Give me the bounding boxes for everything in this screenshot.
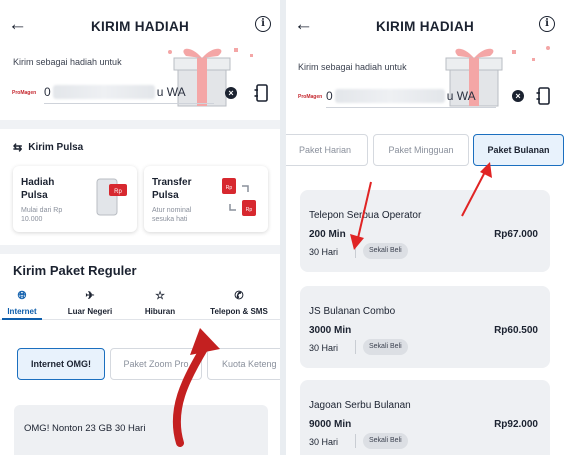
transfer-arrows-icon: ⇆ [13,142,23,154]
package-duration: 30 Hari [309,247,339,257]
separator [355,244,356,258]
tab-paket-mingguan[interactable]: Paket Mingguan [373,134,469,166]
package-price: Rp92.000 [494,419,538,430]
status-badge: Sekali Beli [363,433,408,449]
card-title: Hadiah Pulsa [21,177,55,201]
package-quota: 9000 Min [309,419,352,430]
package-card[interactable]: Telepon Serbua Operator 200 Min Rp67.000… [300,190,550,272]
status-badge: Sekali Beli [363,243,408,259]
section-divider [0,120,280,129]
status-badge: Sekali Beli [363,339,408,355]
category-tabs: 🌐︎ Internet ✈ Luar Negeri ☆ Hiburan ✆ Te… [0,288,280,320]
pulsa-section-title: ⇆ Kirim Pulsa [13,141,83,154]
globe-icon: 🌐︎ [17,290,27,302]
transfer-pulsa-card[interactable]: Transfer Pulsa Atur nominal sesuka hati … [144,166,268,232]
section-divider [0,245,280,254]
provider-logo: ProMagen [298,94,323,100]
phone-sms-icon: ✆ [234,290,244,302]
rp-label: Rp [114,189,122,195]
package-name: JS Bulanan Combo [309,306,396,317]
clear-icon[interactable]: × [225,87,237,99]
back-arrow-icon[interactable]: ← [294,14,313,36]
transfer-phones-icon: Rp Rp [222,178,256,216]
package-name: Jagoan Serbu Bulanan [309,400,411,411]
hadiah-pulsa-card[interactable]: Hadiah Pulsa Mulai dari Rp 10.000 Rp [13,166,137,232]
rp-label-bottom: Rp [246,207,253,213]
contact-book-icon[interactable] [254,84,268,102]
phone-prefix: 0 [326,88,333,103]
phone-voucher-icon: Rp [96,178,127,216]
tab-luar-negeri[interactable]: ✈ Luar Negeri [58,288,122,316]
active-tab-indicator [2,318,42,320]
tab-paket-harian[interactable]: Paket Harian [286,134,368,166]
package-quota: 3000 Min [309,325,352,336]
contact-book-icon[interactable] [536,87,550,105]
separator [355,340,356,354]
tab-telepon-sms[interactable]: ✆ Telepon & SMS [204,288,274,316]
phone-masked [334,88,445,103]
package-quota: 200 Min [309,229,346,240]
page-title: KIRIM HADIAH [90,18,190,34]
info-icon[interactable]: i [539,16,555,32]
tab-paket-bulanan[interactable]: Paket Bulanan [473,134,564,166]
package-title: OMG! Nonton 23 GB 30 Hari [24,423,146,434]
chip-internet-omg[interactable]: Internet OMG! [17,348,105,380]
package-price: Rp60.500 [494,325,538,336]
package-card[interactable]: Jagoan Serbu Bulanan 9000 Min Rp92.000 3… [300,380,550,455]
tab-internet[interactable]: 🌐︎ Internet [0,288,54,316]
chip-paket-zoom-pro[interactable]: Paket Zoom Pro [110,348,202,380]
package-price: Rp67.000 [494,229,538,240]
phone-input[interactable]: 0 u WA [44,80,214,104]
package-card[interactable]: OMG! Nonton 23 GB 30 Hari [14,405,268,455]
card-title: Transfer Pulsa [152,177,192,201]
airplane-icon: ✈ [85,290,95,302]
tab-label: Luar Negeri [67,307,113,316]
reguler-title: Kirim Paket Reguler [13,263,137,278]
card-subtitle: Mulai dari Rp 10.000 [21,207,63,223]
tab-label: Hiburan [144,307,176,316]
gift-label: Kirim sebagai hadiah untuk [13,57,122,67]
phone-prefix: 0 [44,84,51,99]
phone-suffix: u WA [446,88,476,103]
package-duration: 30 Hari [309,343,339,353]
provider-logo: ProMagen [12,90,37,96]
package-name: Telepon Serbua Operator [309,210,422,221]
card-subtitle: Atur nominal sesuka hati [152,207,192,223]
right-screen: ← KIRIM HADIAH i Kirim sebagai hadiah un… [286,0,564,455]
tab-label: Telepon & SMS [210,307,268,316]
chip-kuota-keteng[interactable]: Kuota Keteng [207,348,280,380]
gift-label: Kirim sebagai hadiah untuk [298,62,407,72]
pulsa-title: Kirim Pulsa [28,142,84,153]
phone-input[interactable]: 0 u WA [326,84,496,108]
left-screen: ← KIRIM HADIAH i Kirim sebagai hadiah un… [0,0,280,455]
phone-masked [52,84,155,99]
info-icon[interactable]: i [255,16,271,32]
phone-suffix: u WA [156,84,186,99]
page-title: KIRIM HADIAH [375,18,475,34]
clear-icon[interactable]: × [512,90,524,102]
package-card[interactable]: JS Bulanan Combo 3000 Min Rp60.500 30 Ha… [300,286,550,368]
star-icon: ☆ [155,290,165,302]
rp-label-top: Rp [226,185,233,191]
package-duration: 30 Hari [309,437,339,447]
back-arrow-icon[interactable]: ← [8,14,27,36]
separator [355,434,356,448]
tab-label: Internet [7,307,37,316]
tab-hiburan[interactable]: ☆ Hiburan [128,288,192,316]
